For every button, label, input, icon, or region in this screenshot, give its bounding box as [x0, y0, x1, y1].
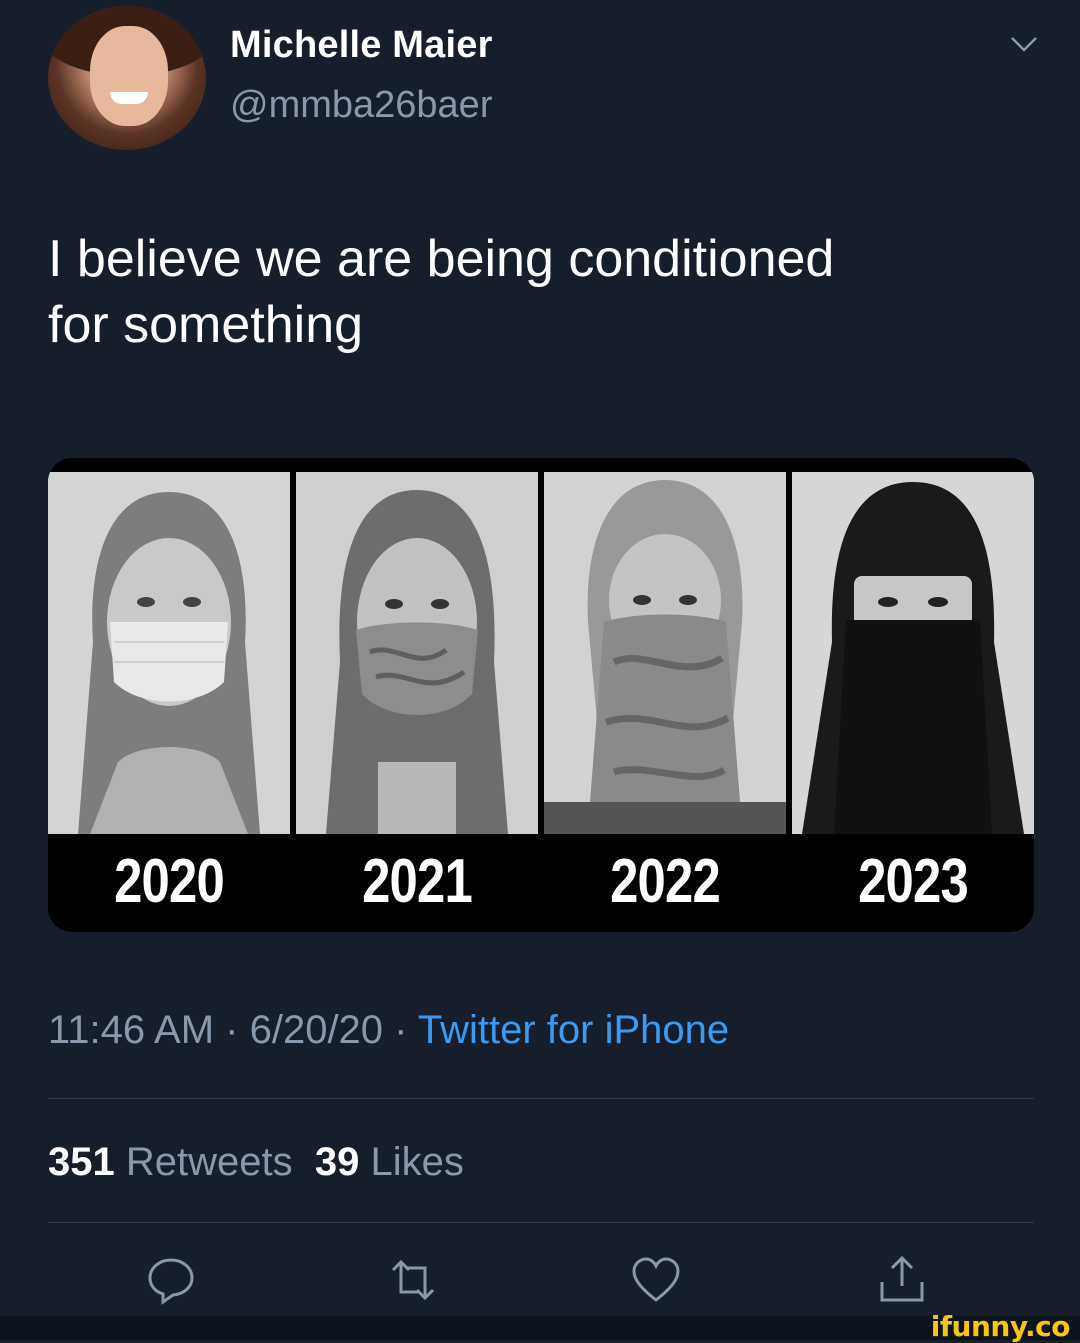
tweet-meta: 11:46 AM · 6/20/20 · Twitter for iPhone: [48, 1008, 729, 1053]
retweets-label[interactable]: Retweets: [126, 1140, 293, 1184]
tweet-date: 6/20/20: [249, 1008, 384, 1052]
tweet-actions: [0, 1252, 1080, 1322]
author-name[interactable]: Michelle Maier: [230, 24, 493, 67]
author-handle[interactable]: @mmba26baer: [230, 84, 492, 127]
retweet-icon[interactable]: [385, 1252, 441, 1308]
tweet-time: 11:46 AM: [48, 1008, 215, 1052]
chevron-down-icon[interactable]: [1008, 28, 1040, 60]
share-icon[interactable]: [874, 1252, 930, 1308]
watermark-bar: [0, 1316, 1080, 1340]
media-panel-2: [296, 472, 538, 834]
watermark: ifunny.co: [930, 1310, 1071, 1343]
retweets-count[interactable]: 351: [48, 1140, 115, 1184]
meta-separator: ·: [214, 1008, 250, 1052]
avatar[interactable]: [48, 6, 206, 150]
tweet-source-link[interactable]: Twitter for iPhone: [418, 1008, 729, 1052]
year-label: 2020: [114, 847, 225, 916]
tweet-header: Michelle Maier @mmba26baer: [48, 6, 1048, 156]
media-panel-4: [792, 472, 1034, 834]
divider: [48, 1222, 1034, 1223]
tweet-stats: 351 Retweets 39 Likes: [48, 1140, 464, 1185]
likes-label[interactable]: Likes: [370, 1140, 463, 1184]
year-label: 2022: [610, 847, 721, 916]
divider: [48, 1098, 1034, 1099]
likes-count[interactable]: 39: [315, 1140, 360, 1184]
media-panel-3: [544, 472, 786, 834]
tweet-text: I believe we are being conditioned for s…: [48, 230, 835, 354]
like-icon[interactable]: [628, 1252, 684, 1308]
year-label: 2021: [362, 847, 473, 916]
media-panel-1: [48, 472, 290, 834]
tweet-media-image[interactable]: 2020 2021 2022 2023: [48, 458, 1034, 932]
reply-icon[interactable]: [143, 1252, 199, 1308]
year-label: 2023: [858, 847, 969, 916]
meta-separator: ·: [383, 1008, 418, 1052]
